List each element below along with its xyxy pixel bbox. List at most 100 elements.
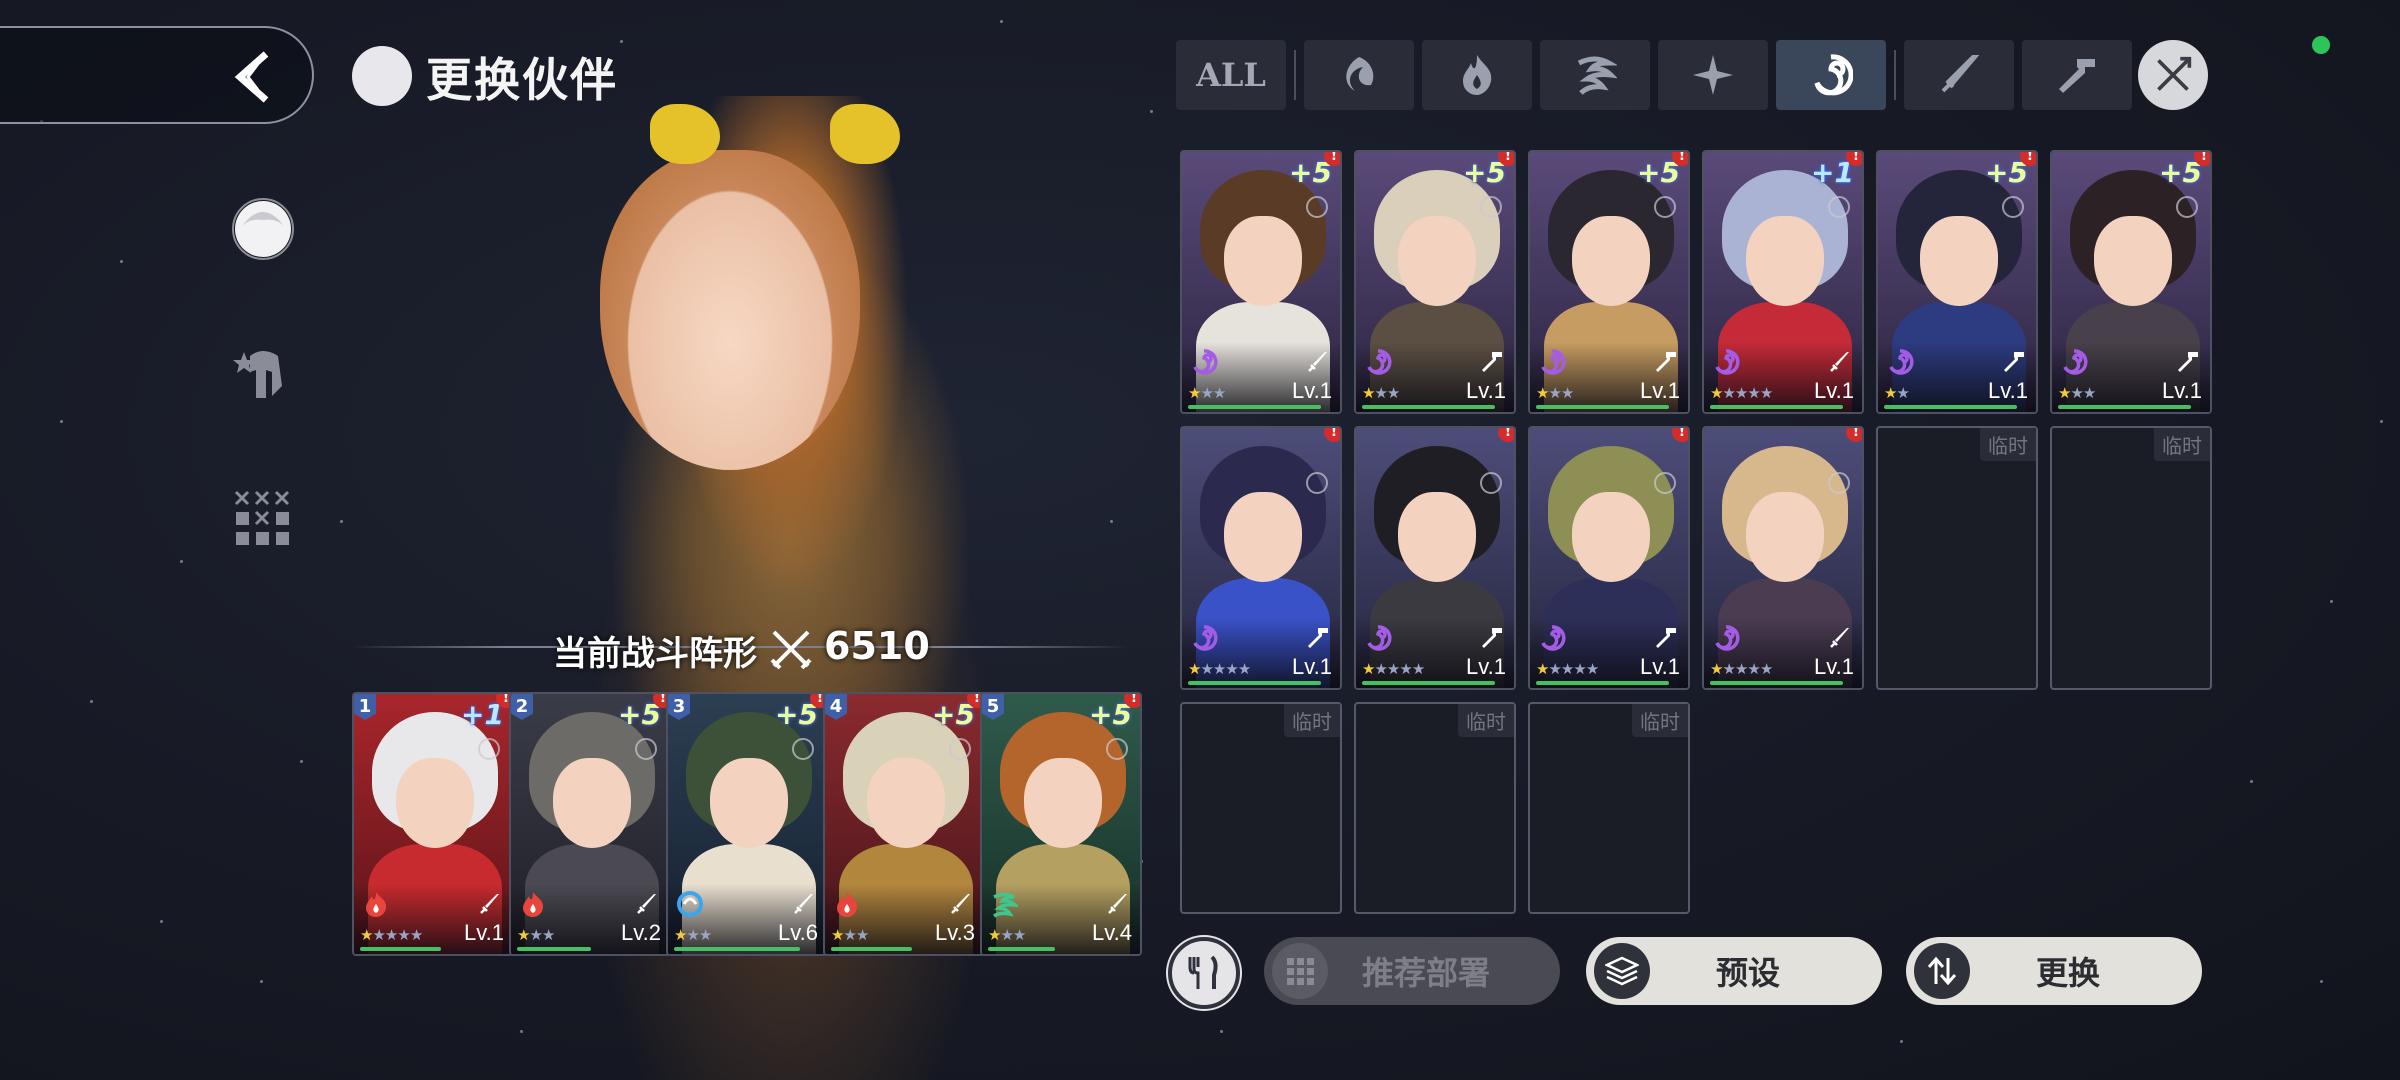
empty-slot[interactable]: 临时 xyxy=(1528,702,1690,914)
flower-emblem-icon xyxy=(1306,196,1328,218)
filter-all[interactable]: ALL xyxy=(1176,40,1286,110)
recommend-deploy-button[interactable]: 推荐部署 xyxy=(1264,937,1560,1005)
character-face xyxy=(1398,216,1476,306)
roster-card[interactable]: +5! ★★★ Lv.1 xyxy=(1528,150,1690,414)
character-face xyxy=(1920,216,1998,306)
preset-label: 预设 xyxy=(1715,954,1780,992)
temporary-tag: 临时 xyxy=(1632,704,1688,737)
roster-card[interactable]: +5! ★★★ Lv.1 xyxy=(1180,150,1342,414)
filter-sword[interactable] xyxy=(1904,40,2014,110)
temporary-tag: 临时 xyxy=(1284,704,1340,737)
filter-hammer[interactable] xyxy=(2022,40,2132,110)
crossed-swords-icon xyxy=(770,630,812,670)
level-label: Lv.1 xyxy=(464,920,504,945)
fire-element-icon xyxy=(1463,55,1492,95)
star-rating: ★★★ xyxy=(517,926,555,944)
exp-bar xyxy=(1710,405,1843,409)
wind-element-icon xyxy=(990,890,1020,918)
empty-slot[interactable]: 临时 xyxy=(2050,426,2212,690)
character-face xyxy=(1224,492,1302,582)
team-card[interactable]: 2 +5! ★★★ Lv.2 xyxy=(509,692,671,956)
partner-head-icon xyxy=(352,46,412,106)
dark-element-icon xyxy=(1364,348,1392,376)
roster-card[interactable]: +5! ★★★ Lv.1 xyxy=(2050,150,2212,414)
empty-slot[interactable]: 临时 xyxy=(1876,426,2038,690)
flower-emblem-icon xyxy=(635,738,657,760)
filter-wind[interactable] xyxy=(1540,40,1650,110)
light-element-icon xyxy=(1693,55,1733,95)
team-card[interactable]: 5 +5! ★★★ Lv.4 xyxy=(980,692,1142,956)
level-label: Lv.2 xyxy=(621,920,661,945)
sword-icon xyxy=(1306,350,1330,374)
layers-icon xyxy=(1594,943,1650,999)
flower-emblem-icon xyxy=(2002,196,2024,218)
wind-element-icon xyxy=(1577,56,1617,95)
dark-element-icon xyxy=(1538,348,1566,376)
filter-light[interactable] xyxy=(1658,40,1768,110)
side-nav-formation[interactable] xyxy=(228,484,298,554)
roster-card[interactable]: ! ★★★★★ Lv.1 xyxy=(1180,426,1342,690)
level-label: Lv.1 xyxy=(1640,654,1680,679)
filter-all-label: ALL xyxy=(1196,56,1266,94)
preset-button[interactable]: 预设 xyxy=(1586,937,1882,1005)
sword-icon xyxy=(1106,892,1130,916)
side-nav-partner[interactable] xyxy=(228,194,298,264)
star-dot xyxy=(300,760,303,763)
empty-slot[interactable]: 临时 xyxy=(1180,702,1342,914)
dark-element-icon xyxy=(1190,348,1218,376)
level-label: Lv.1 xyxy=(1988,378,2028,403)
flower-emblem-icon xyxy=(2176,196,2198,218)
roster-card[interactable]: +5! ★★ Lv.1 xyxy=(1876,150,2038,414)
alert-badge: ! xyxy=(1124,694,1140,708)
team-card[interactable]: 4 +5! ★★★ Lv.3 xyxy=(823,692,985,956)
roster-card[interactable]: ! ★★★★★ Lv.1 xyxy=(1702,426,1864,690)
level-label: Lv.1 xyxy=(1466,654,1506,679)
star-dot xyxy=(260,980,263,983)
star-dot xyxy=(2330,600,2333,603)
sword-icon xyxy=(949,892,973,916)
hammer-icon xyxy=(2059,59,2095,93)
roster-card[interactable]: ! ★★★★★ Lv.1 xyxy=(1528,426,1690,690)
swap-button[interactable]: 更换 xyxy=(1906,937,2202,1005)
fork-knife-icon xyxy=(1188,955,1218,989)
sword-icon xyxy=(1828,350,1852,374)
roster-card[interactable]: +1! ★★★★★ Lv.1 xyxy=(1702,150,1864,414)
filter-fire[interactable] xyxy=(1422,40,1532,110)
sword-icon xyxy=(1828,626,1852,650)
flower-emblem-icon xyxy=(1654,196,1676,218)
swap-arrows-icon xyxy=(1914,943,1970,999)
roster-card[interactable]: +5! ★★★ Lv.1 xyxy=(1354,150,1516,414)
team-card[interactable]: 3 +5! ★★★ Lv.6 xyxy=(666,692,828,956)
star-rating: ★★★★★ xyxy=(1362,660,1425,678)
food-button[interactable] xyxy=(1168,937,1240,1009)
character-face xyxy=(1746,216,1824,306)
hammer-icon xyxy=(2176,350,2200,374)
back-button[interactable] xyxy=(0,26,314,124)
exp-bar xyxy=(1710,681,1843,685)
empty-slot[interactable]: 临时 xyxy=(1354,702,1516,914)
fire-element-icon xyxy=(833,890,861,918)
filter-water[interactable] xyxy=(1304,40,1414,110)
alert-badge: ! xyxy=(2194,152,2210,166)
filter-mixed[interactable] xyxy=(2138,40,2208,110)
team-card[interactable]: 1 +1! ★★★★★ Lv.1 xyxy=(352,692,514,956)
star-dot xyxy=(2380,420,2383,423)
flower-emblem-icon xyxy=(949,738,971,760)
star-dot xyxy=(1900,1040,1903,1043)
flower-emblem-icon xyxy=(1106,738,1128,760)
level-label: Lv.4 xyxy=(1092,920,1132,945)
alert-badge: ! xyxy=(1672,428,1688,442)
alert-badge: ! xyxy=(2020,152,2036,166)
character-face xyxy=(1572,492,1650,582)
filter-dark[interactable] xyxy=(1776,40,1886,110)
star-dot xyxy=(1110,520,1113,523)
star-rating: ★★★ xyxy=(831,926,869,944)
roster-card[interactable]: ! ★★★★★ Lv.1 xyxy=(1354,426,1516,690)
dark-element-icon xyxy=(1712,624,1740,652)
character-face xyxy=(396,758,474,848)
dark-element-icon xyxy=(1712,348,1740,376)
exp-bar xyxy=(1536,681,1669,685)
side-nav-team[interactable] xyxy=(228,338,298,408)
star-dot xyxy=(1150,110,1153,113)
filter-separator xyxy=(1294,50,1296,100)
